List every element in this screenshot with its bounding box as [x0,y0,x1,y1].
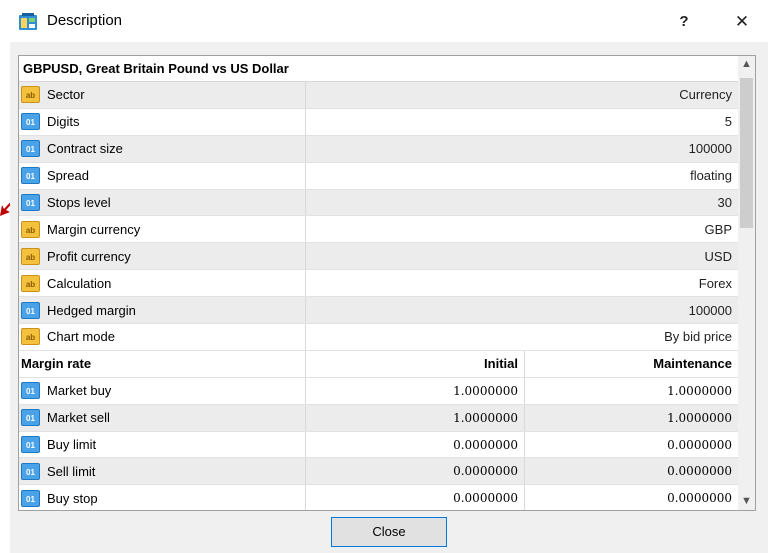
initial-value: 0.0000000 [306,431,525,458]
initial-column-header: Initial [306,350,525,377]
property-name-cell: 01 Contract size [19,135,306,162]
margin-name-cell: 01 Buy limit [19,431,306,458]
ab-text-icon: ab [21,86,40,104]
ab-text-icon: ab [21,328,40,346]
property-value: 30 [717,195,732,210]
property-label: Sector [47,87,85,103]
property-value: By bid price [664,329,732,345]
description-dialog: Description ? ✕ GBPUSD, Great Britain Po… [10,0,768,553]
property-name-cell: ab Calculation [19,270,306,297]
01-numeric-icon: 01 [21,489,40,507]
01-numeric-icon: 01 [21,409,40,427]
margin-label: Market sell [47,410,110,426]
initial-value: 1.0000000 [306,377,525,404]
property-value: Currency [679,87,732,103]
property-name-cell: 01 Stops level [19,189,306,216]
initial-value: 0.0000000 [306,485,525,510]
01-numeric-icon: 01 [21,194,40,211]
symbol-properties-grid[interactable]: GBPUSD, Great Britain Pound vs US Dollar… [18,55,756,511]
margin-name-cell: 01 Buy stop [19,485,306,510]
01-numeric-icon: 01 [21,113,40,131]
ab-text-icon: ab [21,220,40,238]
grid-rows: GBPUSD, Great Britain Pound vs US Dollar… [19,56,738,510]
help-button[interactable]: ? [672,10,696,34]
margin-label: Sell limit [47,463,96,479]
property-value: 100000 [688,302,732,318]
margin-label: Buy limit [47,437,97,453]
property-row[interactable]: 01 Spread floating [19,162,738,190]
margin-rate-header: Margin rate Initial Maintenance [19,350,738,378]
property-label: Stops level [47,195,111,210]
scroll-thumb[interactable] [740,78,753,228]
margin-row[interactable]: 01 Market sell 1.0000000 1.0000000 [19,404,738,432]
margin-rate-label: Margin rate [19,350,306,377]
property-name-cell: ab Margin currency [19,216,306,243]
01-numeric-icon: 01 [21,382,40,400]
property-name-cell: 01 Digits [19,108,306,135]
maintenance-value: 0.0000000 [667,464,732,479]
property-label: Chart mode [47,329,115,345]
property-name-cell: ab Sector [19,82,306,108]
property-name-cell: ab Profit currency [19,243,306,270]
property-name-cell: 01 Spread [19,162,306,189]
maintenance-value: 1.0000000 [667,410,732,425]
property-value: 100000 [688,141,732,157]
initial-value: 1.0000000 [306,404,525,431]
app-icon [19,13,37,30]
01-numeric-icon: 01 [21,167,40,185]
property-row[interactable]: 01 Hedged margin 100000 [19,297,738,325]
property-value: USD [704,248,732,264]
scroll-down-icon[interactable]: ▼ [738,493,755,510]
property-label: Margin currency [47,221,141,237]
property-label: Digits [47,114,80,130]
ab-text-icon: ab [21,274,40,292]
initial-value: 0.0000000 [306,458,525,485]
margin-name-cell: 01 Market sell [19,404,306,431]
property-label: Profit currency [47,248,131,264]
margin-name-cell: 01 Market buy [19,377,306,404]
property-label: Spread [47,168,89,184]
property-row[interactable]: ab Chart mode By bid price [19,324,738,351]
01-numeric-icon: 01 [21,436,40,454]
margin-label: Market buy [47,383,112,399]
scroll-up-icon[interactable]: ▲ [738,56,755,73]
01-numeric-icon: 01 [21,462,40,480]
property-label: Hedged margin [47,302,136,318]
property-row[interactable]: ab Profit currency USD [19,243,738,271]
property-row[interactable]: ab Calculation Forex [19,270,738,298]
property-name-cell: ab Chart mode [19,324,306,350]
property-row[interactable]: 01 Digits 5 [19,108,738,136]
property-value: Forex [698,275,732,291]
property-row[interactable]: ab Sector Currency [19,82,738,109]
property-row[interactable]: 01 Stops level 30 [19,189,738,217]
property-row[interactable]: ab Margin currency GBP [19,216,738,244]
maintenance-column-header: Maintenance [653,356,732,372]
maintenance-value: 0.0000000 [667,491,732,506]
property-value: floating [690,168,732,184]
01-numeric-icon: 01 [21,301,40,319]
01-numeric-icon: 01 [21,140,40,158]
margin-row[interactable]: 01 Sell limit 0.0000000 0.0000000 [19,458,738,486]
margin-row[interactable]: 01 Buy stop 0.0000000 0.0000000 [19,485,738,510]
property-row[interactable]: 01 Contract size 100000 [19,135,738,163]
property-name-cell: 01 Hedged margin [19,297,306,324]
vertical-scrollbar[interactable]: ▲ ▼ [738,56,755,510]
maintenance-value: 1.0000000 [667,383,732,398]
close-button[interactable]: Close [331,517,447,547]
property-label: Calculation [47,275,112,291]
property-value: 5 [724,114,732,130]
margin-row[interactable]: 01 Market buy 1.0000000 1.0000000 [19,377,738,405]
title-bar: Description ? ✕ [10,0,768,42]
maintenance-value: 0.0000000 [667,437,732,452]
margin-label: Buy stop [47,490,98,506]
property-value: GBP [704,221,732,237]
symbol-heading: GBPUSD, Great Britain Pound vs US Dollar [19,56,738,82]
window-title: Description [47,12,123,29]
margin-row[interactable]: 01 Buy limit 0.0000000 0.0000000 [19,431,738,459]
close-icon[interactable]: ✕ [728,10,756,34]
margin-name-cell: 01 Sell limit [19,458,306,485]
property-label: Contract size [47,141,123,157]
ab-text-icon: ab [21,247,40,265]
